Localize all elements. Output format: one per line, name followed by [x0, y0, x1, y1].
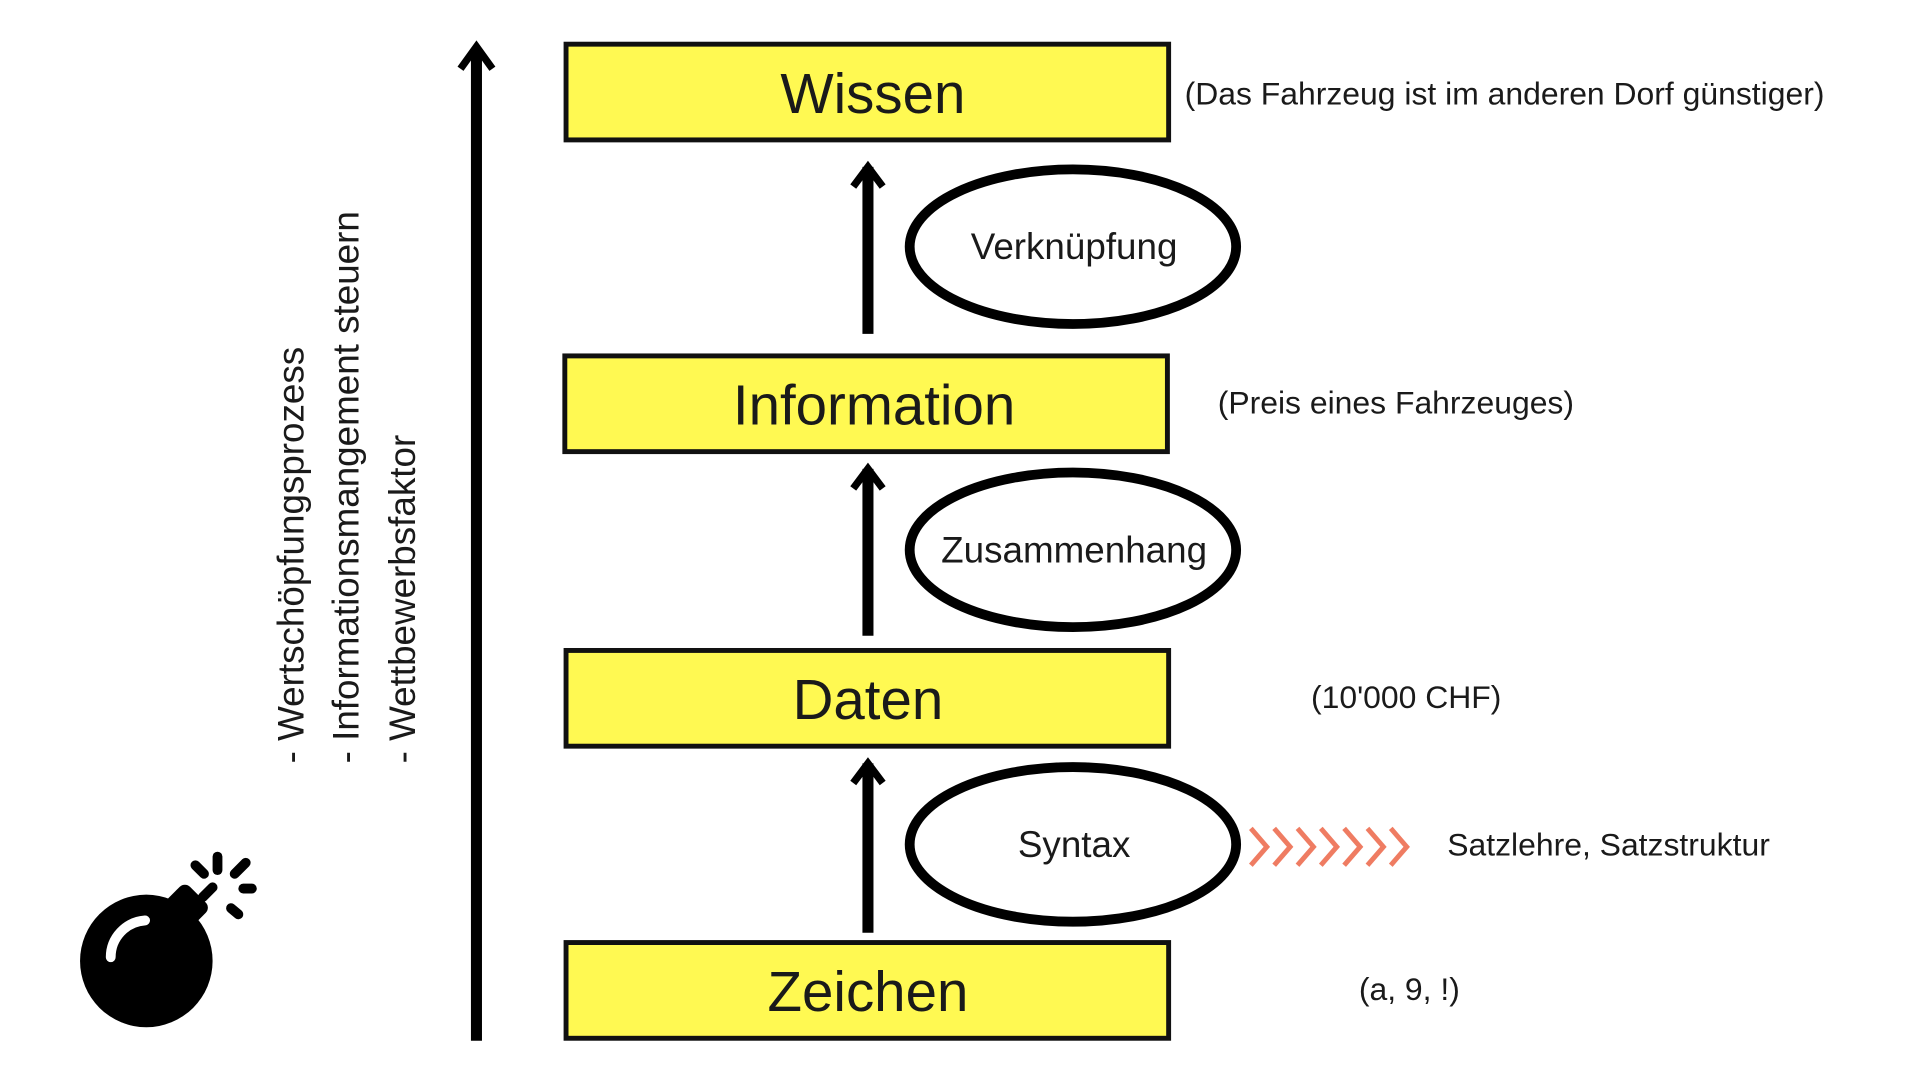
- level-label: Zeichen: [768, 960, 969, 1023]
- side-notes: - Wertschöpfungsprozess - Informationsma…: [270, 211, 423, 763]
- bomb-icon: [80, 851, 257, 1028]
- value-arrow: [457, 40, 496, 1041]
- process-syntax: Syntax: [904, 762, 1242, 927]
- level-example: (Das Fahrzeug ist im anderen Dorf günsti…: [1185, 75, 1825, 111]
- chevron-icon: [1342, 826, 1364, 867]
- level-wissen: Wissen: [563, 41, 1172, 143]
- process-label: Verknüpfung: [971, 226, 1178, 267]
- level-example: (a, 9, !): [1359, 971, 1460, 1007]
- chevron-icon: [1388, 826, 1410, 867]
- level-zeichen: Zeichen: [563, 940, 1172, 1041]
- level-example: (10'000 CHF): [1311, 679, 1501, 715]
- chevron-icon: [1249, 826, 1271, 867]
- side-note-1: - Wertschöpfungsprozess: [270, 347, 311, 764]
- knowledge-pyramid-diagram: - Wertschöpfungsprozess - Informationsma…: [80, 40, 1825, 1041]
- level-daten: Daten: [563, 648, 1172, 749]
- chevron-icon: [1318, 826, 1341, 867]
- level-label: Wissen: [780, 62, 965, 125]
- level-label: Daten: [793, 668, 944, 731]
- level-label: Information: [733, 374, 1015, 437]
- process-label: Zusammenhang: [941, 529, 1207, 570]
- process-verknuepfung: Verknüpfung: [904, 164, 1242, 329]
- chevron-icon: [1295, 826, 1317, 867]
- chevron-icon: [1272, 826, 1294, 867]
- side-note-2: - Informationsmangement steuern: [326, 211, 367, 763]
- side-note-3: - Wettbewerbsfaktor: [382, 435, 423, 764]
- chevron-arrows-icon: [1249, 826, 1410, 867]
- step-arrows: [850, 160, 886, 933]
- process-zusammenhang: Zusammenhang: [904, 467, 1242, 633]
- level-information: Information: [562, 353, 1170, 455]
- chevron-icon: [1365, 826, 1387, 867]
- syntax-note: Satzlehre, Satzstruktur: [1447, 826, 1770, 862]
- level-example: (Preis eines Fahrzeuges): [1218, 385, 1574, 421]
- process-label: Syntax: [1018, 824, 1131, 865]
